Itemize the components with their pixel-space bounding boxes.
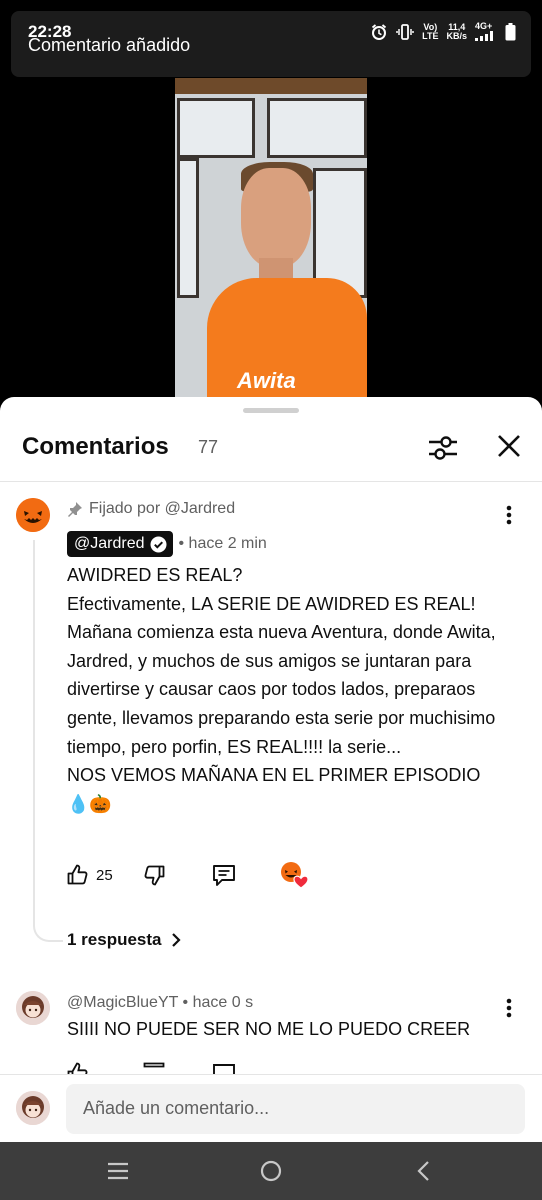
avatar[interactable] xyxy=(16,498,50,532)
reply-thread-line xyxy=(33,540,63,942)
comment-emoji-line: 💧🎃 xyxy=(67,793,112,814)
avatar[interactable] xyxy=(16,991,50,1025)
video-wall-panel xyxy=(267,98,367,158)
author-badge[interactable]: @Jardred xyxy=(67,531,173,557)
comment-header: @Jardred • hace 2 min xyxy=(67,531,267,557)
comment-reply-icon[interactable] xyxy=(211,1061,237,1074)
signal-indicator: 4G+ xyxy=(475,22,497,41)
status-time: 22:28 xyxy=(28,22,72,41)
more-vertical-icon xyxy=(506,505,512,525)
comment-more-button[interactable] xyxy=(499,501,519,529)
network-type: 4G+ xyxy=(475,21,493,31)
add-comment-input[interactable]: Añade un comentario... xyxy=(66,1084,525,1134)
close-icon xyxy=(498,435,520,457)
comment-text: SIIII NO PUEDE SER NO ME LO PUEDO CREER xyxy=(67,1019,471,1039)
anime-avatar-icon xyxy=(16,991,50,1025)
view-replies-button[interactable]: 1 respuesta xyxy=(67,930,182,950)
comment-line: NOS VEMOS MAÑANA EN EL PRIMER EPISODIO xyxy=(67,765,481,786)
network-speed: 11,4 KB/s xyxy=(446,22,467,41)
thumbs-down-icon[interactable] xyxy=(142,1061,166,1074)
comment-actions xyxy=(60,1057,260,1074)
system-navigation-bar xyxy=(0,1142,542,1200)
verified-check-icon xyxy=(150,536,166,552)
user-avatar xyxy=(16,1091,50,1125)
video-shirt-print: Awita xyxy=(237,368,296,393)
pumpkin-face-icon xyxy=(16,498,50,532)
dislike-button[interactable] xyxy=(142,858,166,892)
sort-filter-button[interactable] xyxy=(425,430,461,466)
creator-heart[interactable] xyxy=(279,858,309,892)
speed-unit: KB/s xyxy=(446,30,467,41)
close-button[interactable] xyxy=(493,430,525,462)
video-wall-panel xyxy=(177,98,255,158)
thumbs-down-icon xyxy=(144,865,165,886)
comment-line: Efectivamente, LA SERIE DE AWIDRED ES RE… xyxy=(67,593,501,757)
video-player[interactable]: Awita xyxy=(175,78,367,398)
more-vertical-icon xyxy=(506,998,512,1018)
composer-divider xyxy=(0,1074,542,1075)
thumbs-up-icon xyxy=(67,864,88,885)
sliders-icon xyxy=(429,436,457,460)
status-bar: 22:28 Vo) LTE 11,4 KB/s 4G+ xyxy=(0,0,542,41)
author-name: @Jardred xyxy=(74,535,145,552)
alarm-icon xyxy=(372,23,387,40)
drag-handle[interactable] xyxy=(243,408,299,413)
recent-apps-icon[interactable] xyxy=(106,1161,130,1181)
chevron-right-icon xyxy=(171,933,181,947)
sheet-title: Comentarios xyxy=(22,433,169,460)
volte-bottom-text: LTE xyxy=(422,30,439,41)
thumbs-up-icon[interactable] xyxy=(66,1061,90,1074)
video-person-face xyxy=(241,168,311,268)
pin-icon xyxy=(68,502,82,517)
comment-count: 77 xyxy=(198,437,219,457)
home-icon[interactable] xyxy=(259,1159,283,1183)
comment-time: • hace 2 min xyxy=(178,535,267,552)
reply-button[interactable] xyxy=(211,858,237,892)
comment-reply-icon xyxy=(213,865,235,886)
battery-icon xyxy=(505,22,516,40)
pumpkin-heart-icon xyxy=(281,862,309,889)
comment-author-time: @MagicBlueYT • hace 0 s xyxy=(67,994,254,1011)
anime-avatar-icon xyxy=(16,1091,50,1125)
add-comment-placeholder: Añade un comentario... xyxy=(83,1098,270,1118)
volte-indicator: Vo) LTE xyxy=(422,22,439,41)
like-button[interactable]: 25 xyxy=(66,858,113,892)
comment-more-button[interactable] xyxy=(499,994,519,1022)
like-count: 25 xyxy=(96,866,113,884)
status-icons: Vo) LTE 11,4 KB/s 4G+ xyxy=(370,22,516,41)
comment-text: AWIDRED ES REAL? Efectivamente, LA SERIE… xyxy=(67,561,515,818)
screen: Awita Comentario añadido 22:28 Vo) LTE 1… xyxy=(0,0,542,1200)
back-icon[interactable] xyxy=(414,1159,434,1183)
signal-bars-icon xyxy=(475,31,493,41)
pinned-label: Fijado por @Jardred xyxy=(89,500,236,517)
pinned-indicator: Fijado por @Jardred xyxy=(67,500,235,518)
comments-sheet: Comentarios 77 Fijado por @Jardred @Jard… xyxy=(0,397,542,1142)
replies-label: 1 respuesta xyxy=(67,930,162,949)
video-wall-panel xyxy=(177,158,199,298)
comment-line: AWIDRED ES REAL? xyxy=(67,565,243,585)
header-divider xyxy=(0,481,542,482)
video-wall-beam xyxy=(175,78,367,94)
vibrate-icon xyxy=(396,23,414,40)
